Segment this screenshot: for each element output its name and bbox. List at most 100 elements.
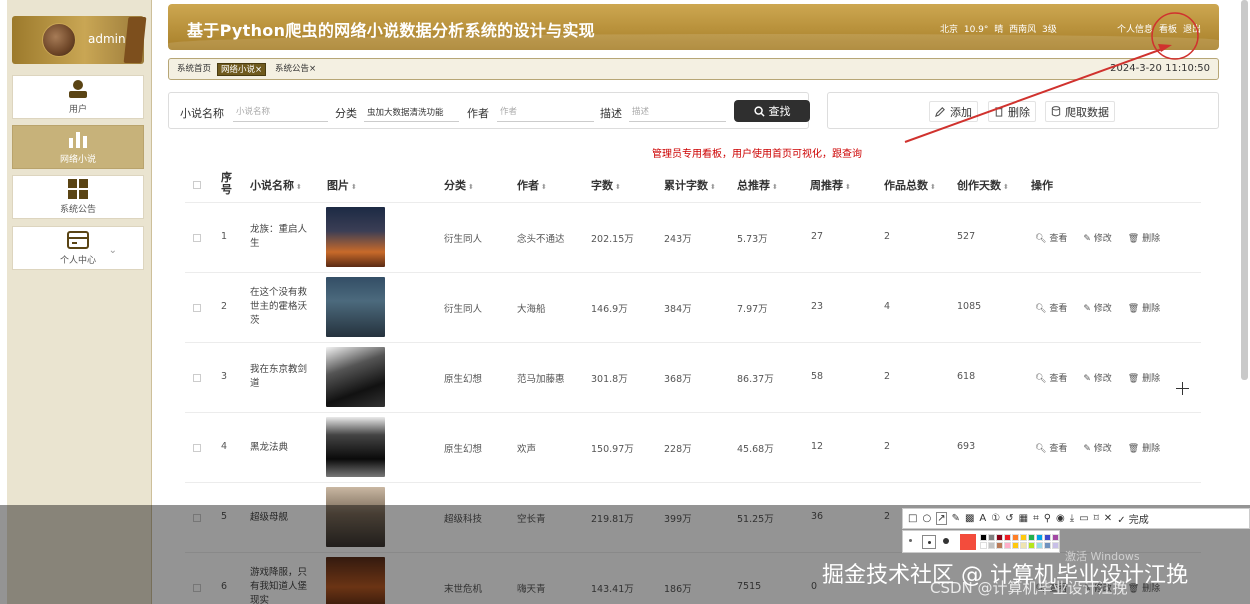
- profile-link[interactable]: 个人信息: [1117, 22, 1153, 35]
- row-checkbox[interactable]: [193, 444, 201, 452]
- qrcode-icon[interactable]: ▦: [1019, 513, 1028, 524]
- cell-days: 693: [957, 441, 976, 452]
- sidebar-item-announcements[interactable]: 系统公告: [12, 175, 144, 219]
- color-swatch[interactable]: [980, 542, 987, 549]
- user-card[interactable]: admin: [12, 16, 147, 64]
- view-button[interactable]: 🔍︎ 查看: [1035, 441, 1067, 454]
- col-header-works[interactable]: 作品总数 ⬍: [884, 177, 936, 193]
- sidebar-item-novels[interactable]: 网络小说: [12, 125, 144, 169]
- edit-button[interactable]: ✎ 修改: [1083, 441, 1111, 454]
- undo-icon[interactable]: ↺: [1005, 513, 1013, 524]
- col-header-image[interactable]: 图片 ⬍: [327, 177, 357, 193]
- save-icon[interactable]: ▭: [1079, 513, 1088, 524]
- page-scrollbar[interactable]: [1241, 0, 1248, 380]
- color-swatch[interactable]: [1020, 542, 1027, 549]
- color-swatch[interactable]: [980, 534, 987, 541]
- row-checkbox[interactable]: [193, 234, 201, 242]
- view-button[interactable]: 🔍︎ 查看: [1035, 301, 1067, 314]
- color-swatch[interactable]: [1036, 534, 1043, 541]
- size-small-dot[interactable]: [909, 539, 912, 542]
- color-swatch[interactable]: [1012, 542, 1019, 549]
- delete-row-button[interactable]: 🗑︎ 删除: [1128, 371, 1160, 384]
- color-swatch[interactable]: [1020, 534, 1027, 541]
- card-icon: [67, 231, 89, 249]
- select-all-checkbox[interactable]: [193, 181, 201, 189]
- tab-novels[interactable]: 网络小说×: [217, 63, 267, 76]
- size-large-dot[interactable]: [943, 538, 949, 544]
- text-tool-icon[interactable]: A: [979, 513, 986, 524]
- sidebar-item-label: 个人中心: [59, 256, 96, 266]
- view-button[interactable]: 🔍︎ 查看: [1035, 371, 1067, 384]
- color-swatch[interactable]: [1004, 534, 1011, 541]
- delete-button-label: 删除: [1008, 105, 1030, 119]
- color-swatch[interactable]: [1028, 534, 1035, 541]
- col-header-total-words[interactable]: 累计字数 ⬍: [664, 177, 716, 193]
- delete-row-button[interactable]: 🗑︎ 删除: [1128, 441, 1160, 454]
- col-header-category[interactable]: 分类 ⬍: [444, 177, 474, 193]
- trash-icon: 🗑︎: [1127, 234, 1140, 244]
- col-header-days[interactable]: 创作天数 ⬍: [957, 177, 1009, 193]
- category-input[interactable]: [364, 102, 459, 122]
- view-button-label: 查看: [1049, 304, 1068, 314]
- chevron-down-icon[interactable]: ⌄: [109, 245, 117, 256]
- dashboard-link[interactable]: 看板: [1159, 22, 1177, 35]
- sidebar-item-profile[interactable]: 个人中心 ⌄: [12, 226, 144, 270]
- edit-button[interactable]: ✎ 修改: [1083, 301, 1111, 314]
- number-tool-icon[interactable]: ①: [991, 513, 1000, 524]
- novel-name-input[interactable]: [233, 102, 328, 122]
- add-button[interactable]: 添加: [929, 101, 978, 122]
- crawl-data-button[interactable]: 爬取数据: [1045, 101, 1115, 122]
- delete-button[interactable]: 删除: [988, 101, 1036, 122]
- color-swatch[interactable]: [1004, 542, 1011, 549]
- current-color-swatch[interactable]: [960, 534, 976, 550]
- ellipse-tool-icon[interactable]: ○: [922, 513, 931, 524]
- col-header-week-rec[interactable]: 周推荐 ⬍: [810, 177, 851, 193]
- sidebar-item-users[interactable]: 用户: [12, 75, 144, 119]
- col-header-total-rec[interactable]: 总推荐 ⬍: [737, 177, 778, 193]
- color-swatch[interactable]: [988, 542, 995, 549]
- scan-icon[interactable]: ⌗: [1033, 513, 1039, 524]
- view-button[interactable]: 🔍︎ 查看: [1035, 231, 1067, 244]
- color-swatch[interactable]: [1052, 542, 1059, 549]
- rectangle-tool-icon[interactable]: □: [908, 513, 917, 524]
- color-swatch[interactable]: [1044, 542, 1051, 549]
- done-button[interactable]: ✓ 完成: [1117, 511, 1149, 526]
- edit-button[interactable]: ✎ 修改: [1083, 231, 1111, 244]
- col-header-total-words-label: 累计字数: [664, 179, 708, 192]
- tab-home[interactable]: 系统首页: [174, 63, 214, 76]
- color-swatch[interactable]: [1028, 542, 1035, 549]
- color-swatch[interactable]: [1052, 534, 1059, 541]
- color-swatch[interactable]: [996, 542, 1003, 549]
- download-icon[interactable]: ⤓: [1070, 513, 1074, 524]
- author-input[interactable]: [497, 102, 594, 122]
- cell-week-rec: 58: [811, 371, 824, 382]
- pin-icon[interactable]: ⚲: [1044, 513, 1051, 524]
- logout-link[interactable]: 退出: [1183, 22, 1201, 35]
- tab-announcements[interactable]: 系统公告×: [272, 63, 319, 76]
- col-header-words[interactable]: 字数 ⬍: [591, 177, 621, 193]
- col-header-author[interactable]: 作者 ⬍: [517, 177, 547, 193]
- delete-row-button[interactable]: 🗑︎ 删除: [1128, 231, 1160, 244]
- edit-button[interactable]: ✎ 修改: [1083, 371, 1111, 384]
- row-checkbox[interactable]: [193, 374, 201, 382]
- arrow-tool-icon[interactable]: ↗: [936, 512, 947, 525]
- size-medium-option[interactable]: [922, 535, 936, 549]
- color-swatch[interactable]: [1044, 534, 1051, 541]
- delete-row-button[interactable]: 🗑︎ 删除: [1128, 301, 1160, 314]
- record-icon[interactable]: ◉: [1056, 513, 1065, 524]
- color-swatch[interactable]: [996, 534, 1003, 541]
- col-header-name[interactable]: 小说名称 ⬍: [250, 177, 302, 193]
- cell-no: 2: [221, 301, 228, 312]
- search-button[interactable]: 查找: [734, 100, 810, 122]
- color-swatch[interactable]: [988, 534, 995, 541]
- row-divider: [185, 412, 1201, 413]
- pen-tool-icon[interactable]: ✎: [952, 513, 960, 524]
- bookmark-icon[interactable]: ⌑: [1094, 513, 1099, 524]
- color-swatch[interactable]: [1012, 534, 1019, 541]
- mosaic-tool-icon[interactable]: ▩: [965, 513, 974, 524]
- close-icon[interactable]: ✕: [1104, 513, 1112, 524]
- color-swatch[interactable]: [1036, 542, 1043, 549]
- row-checkbox[interactable]: [193, 304, 201, 312]
- sidebar-item-label: 用户: [68, 105, 87, 115]
- description-input[interactable]: [629, 102, 726, 122]
